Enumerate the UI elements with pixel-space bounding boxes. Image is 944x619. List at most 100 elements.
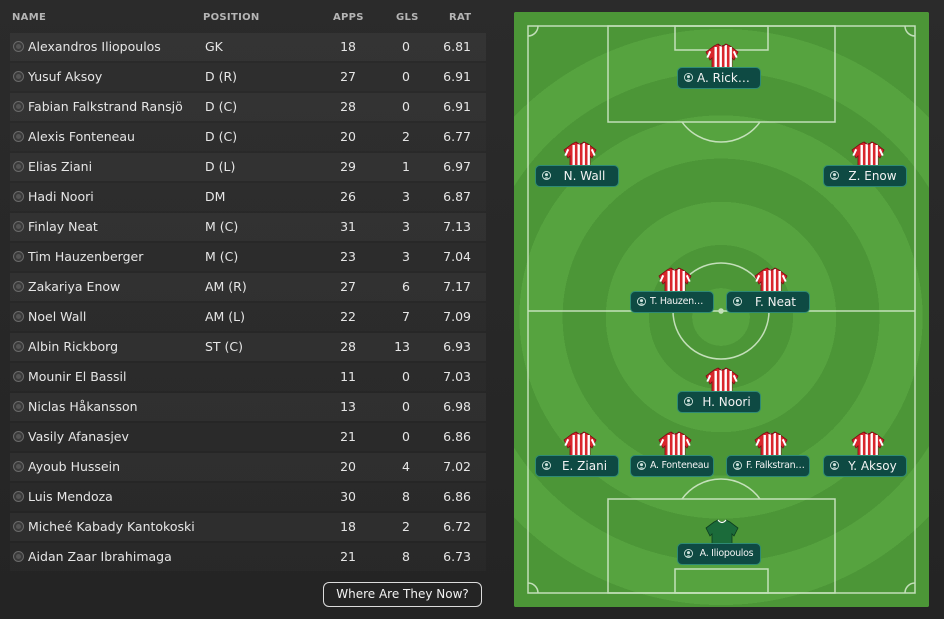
player-status-icon[interactable]	[13, 311, 24, 322]
player-name[interactable]: Zakariya Enow	[28, 279, 120, 294]
player-status-icon[interactable]	[13, 491, 24, 502]
table-row[interactable]: Vasily Afanasjev 21 0 6.86	[10, 423, 486, 451]
pitch-player-iliopoulos[interactable]: A. Iliopoulos	[677, 519, 767, 579]
squad-table: NAME POSITION APPS GLS RAT Alexandros Il…	[10, 0, 486, 573]
player-tag-label: T. Hauzenberger	[650, 296, 709, 307]
table-row[interactable]: Albin Rickborg ST (C) 28 13 6.93	[10, 333, 486, 361]
player-apps: 13	[340, 399, 356, 414]
player-name[interactable]: Vasily Afanasjev	[28, 429, 129, 444]
player-status-icon[interactable]	[13, 461, 24, 472]
player-name-tag[interactable]: A. Iliopoulos	[677, 543, 761, 565]
pitch-player-neat[interactable]: F. Neat	[726, 267, 816, 327]
player-status-icon[interactable]	[13, 281, 24, 292]
player-name[interactable]: Tim Hauzenberger	[28, 249, 143, 264]
player-name[interactable]: Luis Mendoza	[28, 489, 113, 504]
player-name[interactable]: Albin Rickborg	[28, 339, 118, 354]
table-row[interactable]: Luis Mendoza 30 8 6.86	[10, 483, 486, 511]
pitch-player-aksoy[interactable]: Y. Aksoy	[823, 431, 913, 491]
table-row[interactable]: Ayoub Hussein 20 4 7.02	[10, 453, 486, 481]
player-tag-label: H. Noori	[702, 395, 751, 409]
pitch-player-ziani[interactable]: E. Ziani	[535, 431, 625, 491]
player-status-icon[interactable]	[13, 191, 24, 202]
table-row[interactable]: Zakariya Enow AM (R) 27 6 7.17	[10, 273, 486, 301]
player-name[interactable]: Fabian Falkstrand Ransjö	[28, 99, 183, 114]
player-name-tag[interactable]: F. Falkstrand Ra...	[726, 455, 810, 477]
player-status-icon[interactable]	[13, 71, 24, 82]
pitch-player-enow[interactable]: Z. Enow	[823, 141, 913, 201]
player-tag-label: Y. Aksoy	[848, 459, 897, 473]
player-name[interactable]: Alexandros Iliopoulos	[28, 39, 161, 54]
player-name[interactable]: Micheé Kabady Kantokoski	[28, 519, 195, 534]
player-name[interactable]: Aidan Zaar Ibrahimaga	[28, 549, 172, 564]
player-name[interactable]: Finlay Neat	[28, 219, 98, 234]
player-status-icon[interactable]	[13, 551, 24, 562]
table-row[interactable]: Alexis Fonteneau D (C) 20 2 6.77	[10, 123, 486, 151]
col-name-header[interactable]: NAME	[12, 12, 46, 23]
player-name-tag[interactable]: T. Hauzenberger	[630, 291, 714, 313]
player-position: D (C)	[205, 99, 238, 114]
player-status-icon[interactable]	[13, 251, 24, 262]
player-name-tag[interactable]: A. Fonteneau	[630, 455, 714, 477]
player-rating: 7.13	[443, 219, 471, 234]
player-status-icon[interactable]	[13, 131, 24, 142]
col-rat-header[interactable]: RAT	[449, 12, 471, 23]
table-row[interactable]: Finlay Neat M (C) 31 3 7.13	[10, 213, 486, 241]
where-are-they-now-button[interactable]: Where Are They Now?	[323, 582, 482, 607]
table-row[interactable]: Tim Hauzenberger M (C) 23 3 7.04	[10, 243, 486, 271]
player-name[interactable]: Noel Wall	[28, 309, 86, 324]
player-name[interactable]: Mounir El Bassil	[28, 369, 126, 384]
pitch-player-wall[interactable]: N. Wall	[535, 141, 625, 201]
player-goals: 8	[402, 549, 410, 564]
player-goals: 4	[402, 459, 410, 474]
player-status-icon[interactable]	[13, 161, 24, 172]
player-apps: 27	[340, 69, 356, 84]
pitch-player-hauzenberger[interactable]: T. Hauzenberger	[630, 267, 720, 327]
player-name[interactable]: Ayoub Hussein	[28, 459, 120, 474]
player-rating: 6.91	[443, 69, 471, 84]
table-row[interactable]: Mounir El Bassil 11 0 7.03	[10, 363, 486, 391]
player-status-icon[interactable]	[13, 371, 24, 382]
col-position-header[interactable]: POSITION	[203, 12, 260, 23]
player-name-tag[interactable]: F. Neat	[726, 291, 810, 313]
player-apps: 11	[340, 369, 356, 384]
table-row[interactable]: Yusuf Aksoy D (R) 27 0 6.91	[10, 63, 486, 91]
pitch-player-rickborg[interactable]: A. Rickborg	[677, 43, 767, 103]
player-position: AM (L)	[205, 309, 246, 324]
person-icon	[684, 73, 693, 82]
player-tag-label: Z. Enow	[848, 169, 897, 183]
table-row[interactable]: Aidan Zaar Ibrahimaga 21 8 6.73	[10, 543, 486, 571]
player-status-icon[interactable]	[13, 341, 24, 352]
table-row[interactable]: Niclas Håkansson 13 0 6.98	[10, 393, 486, 421]
player-name[interactable]: Alexis Fonteneau	[28, 129, 135, 144]
player-name-tag[interactable]: Y. Aksoy	[823, 455, 907, 477]
player-position: D (R)	[205, 69, 238, 84]
table-row[interactable]: Hadi Noori DM 26 3 6.87	[10, 183, 486, 211]
player-name[interactable]: Hadi Noori	[28, 189, 94, 204]
player-status-icon[interactable]	[13, 401, 24, 412]
table-row[interactable]: Fabian Falkstrand Ransjö D (C) 28 0 6.91	[10, 93, 486, 121]
table-row[interactable]: Elias Ziani D (L) 29 1 6.97	[10, 153, 486, 181]
player-status-icon[interactable]	[13, 101, 24, 112]
player-status-icon[interactable]	[13, 41, 24, 52]
player-status-icon[interactable]	[13, 521, 24, 532]
table-row[interactable]: Alexandros Iliopoulos GK 18 0 6.81	[10, 33, 486, 61]
player-name-tag[interactable]: Z. Enow	[823, 165, 907, 187]
player-name-tag[interactable]: N. Wall	[535, 165, 619, 187]
player-name-tag[interactable]: H. Noori	[677, 391, 761, 413]
player-status-icon[interactable]	[13, 431, 24, 442]
pitch-player-noori[interactable]: H. Noori	[677, 367, 767, 427]
col-gls-header[interactable]: GLS	[396, 12, 419, 23]
pitch-player-falkstrand[interactable]: F. Falkstrand Ra...	[726, 431, 816, 491]
table-row[interactable]: Noel Wall AM (L) 22 7 7.09	[10, 303, 486, 331]
player-apps: 21	[340, 429, 356, 444]
player-status-icon[interactable]	[13, 221, 24, 232]
person-icon	[542, 171, 551, 180]
player-name[interactable]: Niclas Håkansson	[28, 399, 138, 414]
col-apps-header[interactable]: APPS	[333, 12, 364, 23]
pitch-player-fonteneau[interactable]: A. Fonteneau	[630, 431, 720, 491]
player-name[interactable]: Yusuf Aksoy	[28, 69, 102, 84]
player-name-tag[interactable]: E. Ziani	[535, 455, 619, 477]
table-row[interactable]: Micheé Kabady Kantokoski 18 2 6.72	[10, 513, 486, 541]
player-name-tag[interactable]: A. Rickborg	[677, 67, 761, 89]
player-name[interactable]: Elias Ziani	[28, 159, 92, 174]
